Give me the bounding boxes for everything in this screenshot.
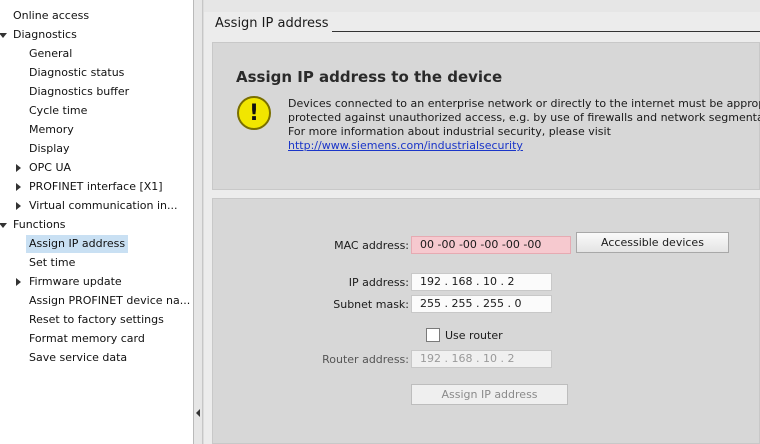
- nav-label: Display: [29, 142, 70, 155]
- nav-item-reset-to-factory-settings[interactable]: Reset to factory settings: [29, 311, 164, 329]
- warning-icon: !: [237, 96, 271, 130]
- mac-address-label: MAC address:: [334, 239, 409, 252]
- section-header: Assign IP address: [215, 16, 329, 31]
- nav-label: Format memory card: [29, 332, 145, 345]
- ip-address-label: IP address:: [348, 276, 409, 289]
- nav-item-firmware-update[interactable]: Firmware update: [16, 273, 122, 291]
- nav-label: Diagnostic status: [29, 66, 125, 79]
- nav-label: Memory: [29, 123, 74, 136]
- subnet-mask-label: Subnet mask:: [333, 298, 409, 311]
- nav-item-opc-ua[interactable]: OPC UA: [16, 159, 72, 177]
- nav-label: General: [29, 47, 73, 60]
- use-router-checkbox[interactable]: [426, 328, 440, 342]
- nav-item-diagnostics-buffer[interactable]: Diagnostics buffer: [29, 83, 129, 101]
- subnet-mask-field[interactable]: 255 . 255 . 255 . 0: [411, 295, 552, 313]
- message-line-3: For more information about industrial se…: [288, 125, 611, 138]
- nav-item-diagnostics[interactable]: Diagnostics: [0, 26, 77, 44]
- nav-label: Firmware update: [29, 275, 122, 288]
- nav-item-assign-profinet-device-name[interactable]: Assign PROFINET device na...: [29, 292, 190, 310]
- nav-label: Virtual communication in...: [29, 199, 178, 212]
- panel-title: Assign IP address to the device: [236, 68, 503, 86]
- nav-item-profinet-interface[interactable]: PROFINET interface [X1]: [16, 178, 163, 196]
- collapse-left-icon[interactable]: [196, 409, 200, 417]
- expand-arrow-icon[interactable]: [16, 183, 21, 191]
- collapse-arrow-icon[interactable]: [0, 33, 7, 38]
- nav-label: PROFINET interface [X1]: [29, 180, 163, 193]
- nav-item-functions[interactable]: Functions: [0, 216, 66, 234]
- content-area: Assign IP address Assign IP address to t…: [204, 0, 760, 444]
- router-address-label: Router address:: [322, 353, 409, 366]
- nav-item-general[interactable]: General: [29, 45, 72, 63]
- assign-ip-address-button[interactable]: Assign IP address: [411, 384, 568, 405]
- nav-label: Functions: [13, 218, 66, 231]
- top-band: [204, 0, 760, 12]
- nav-item-virtual-communication[interactable]: Virtual communication in...: [16, 197, 178, 215]
- nav-label: Cycle time: [29, 104, 88, 117]
- nav-item-format-memory-card[interactable]: Format memory card: [29, 330, 145, 348]
- info-panel: Assign IP address to the device ! Device…: [212, 42, 760, 190]
- nav-item-diagnostic-status[interactable]: Diagnostic status: [29, 64, 124, 82]
- nav-label: Save service data: [29, 351, 128, 364]
- nav-label: Assign IP address: [29, 237, 126, 250]
- expand-arrow-icon[interactable]: [16, 164, 21, 172]
- panel-splitter[interactable]: [194, 0, 203, 444]
- expand-arrow-icon[interactable]: [16, 278, 21, 286]
- nav-item-online-access[interactable]: Online access: [13, 7, 89, 25]
- industrial-security-link[interactable]: http://www.siemens.com/industrialsecurit…: [288, 139, 523, 152]
- use-router-label: Use router: [445, 329, 503, 342]
- nav-item-save-service-data[interactable]: Save service data: [29, 349, 127, 367]
- nav-label: OPC UA: [29, 161, 72, 174]
- nav-label: Assign PROFINET device na...: [29, 294, 191, 307]
- security-message: Devices connected to an enterprise netwo…: [288, 97, 760, 153]
- nav-label: Diagnostics buffer: [29, 85, 130, 98]
- router-address-field[interactable]: 192 . 168 . 10 . 2: [411, 350, 552, 368]
- nav-label: Reset to factory settings: [29, 313, 164, 326]
- nav-item-display[interactable]: Display: [29, 140, 70, 158]
- warning-glyph: !: [248, 100, 260, 126]
- nav-label: Diagnostics: [13, 28, 77, 41]
- collapse-arrow-icon[interactable]: [0, 223, 7, 228]
- nav-label: Set time: [29, 256, 76, 269]
- message-line-2: protected against unauthorized access, e…: [288, 111, 760, 124]
- accessible-devices-button[interactable]: Accessible devices: [576, 232, 729, 253]
- expand-arrow-icon[interactable]: [16, 202, 21, 210]
- section-divider: [332, 31, 760, 32]
- nav-label: Online access: [13, 9, 90, 22]
- ip-address-field[interactable]: 192 . 168 . 10 . 2: [411, 273, 552, 291]
- message-line-1: Devices connected to an enterprise netwo…: [288, 97, 760, 110]
- nav-item-assign-ip-address[interactable]: Assign IP address: [26, 235, 129, 253]
- navigation-tree: Online access Diagnostics General Diagno…: [0, 0, 194, 444]
- nav-item-set-time[interactable]: Set time: [29, 254, 75, 272]
- nav-item-memory[interactable]: Memory: [29, 121, 74, 139]
- mac-address-field[interactable]: 00 -00 -00 -00 -00 -00: [411, 236, 571, 254]
- nav-item-cycle-time[interactable]: Cycle time: [29, 102, 87, 120]
- assign-ip-form: MAC address: 00 -00 -00 -00 -00 -00 Acce…: [212, 198, 760, 444]
